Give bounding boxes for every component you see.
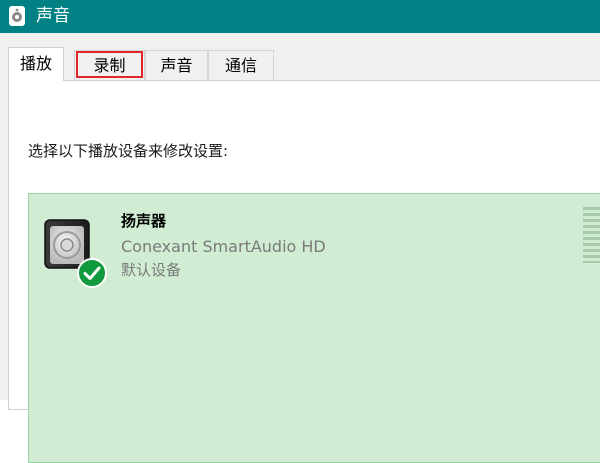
device-status: 默认设备 <box>121 261 182 279</box>
tab-communications[interactable]: 通信 <box>208 50 274 80</box>
window-title: 声音 <box>36 6 70 26</box>
volume-level-meter <box>583 207 600 263</box>
device-name: 扬声器 <box>121 212 167 230</box>
tab-sounds[interactable]: 声音 <box>145 50 208 80</box>
playback-panel: 选择以下播放设备来修改设置: 扬声器 Conexant SmartAudio H… <box>8 80 600 463</box>
sound-dialog: 播放 录制 声音 通信 选择以下播放设备来修改设置: 扬声器 Conexant … <box>0 33 600 463</box>
tab-playback[interactable]: 播放 <box>8 47 64 81</box>
device-list-item[interactable]: 扬声器 Conexant SmartAudio HD 默认设备 <box>28 193 600 463</box>
title-bar: 声音 <box>0 0 600 33</box>
speaker-icon <box>9 6 25 26</box>
default-check-icon <box>77 258 107 288</box>
recording-tab-highlight <box>76 51 143 78</box>
playback-instruction: 选择以下播放设备来修改设置: <box>28 142 229 160</box>
device-description: Conexant SmartAudio HD <box>121 237 326 256</box>
